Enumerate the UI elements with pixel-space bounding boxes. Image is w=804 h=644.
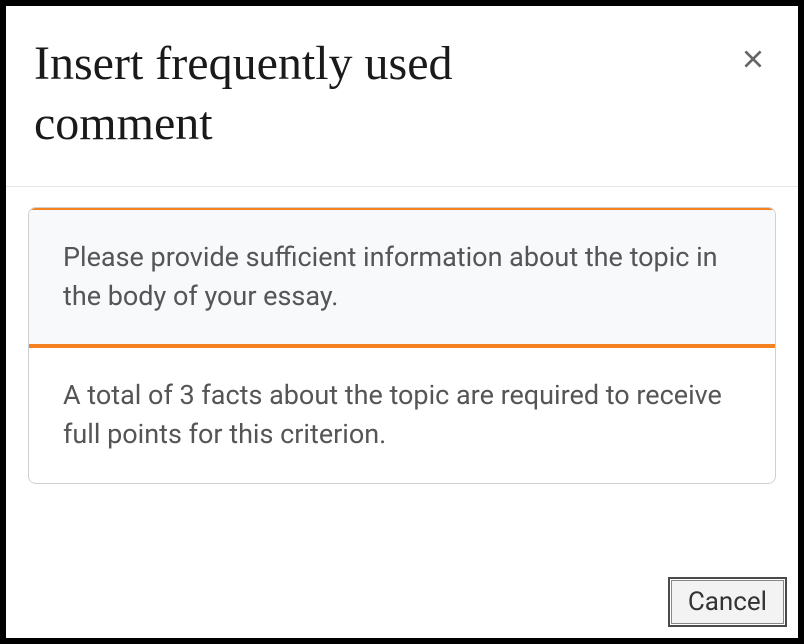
comment-list: Please provide sufficient information ab… (28, 207, 776, 484)
insert-comment-dialog: Insert frequently used comment Please pr… (0, 0, 804, 644)
close-icon (740, 46, 766, 72)
comment-text: Please provide sufficient information ab… (63, 241, 718, 312)
comment-option[interactable]: A total of 3 facts about the topic are r… (29, 348, 775, 482)
dialog-header: Insert frequently used comment (6, 6, 798, 187)
dialog-body: Please provide sufficient information ab… (6, 187, 798, 484)
dialog-footer: Cancel (671, 580, 784, 624)
comment-text: A total of 3 facts about the topic are r… (63, 379, 722, 450)
close-button[interactable] (736, 42, 770, 79)
cancel-button[interactable]: Cancel (671, 580, 784, 624)
dialog-title: Insert frequently used comment (34, 34, 634, 154)
comment-option[interactable]: Please provide sufficient information ab… (29, 207, 775, 348)
